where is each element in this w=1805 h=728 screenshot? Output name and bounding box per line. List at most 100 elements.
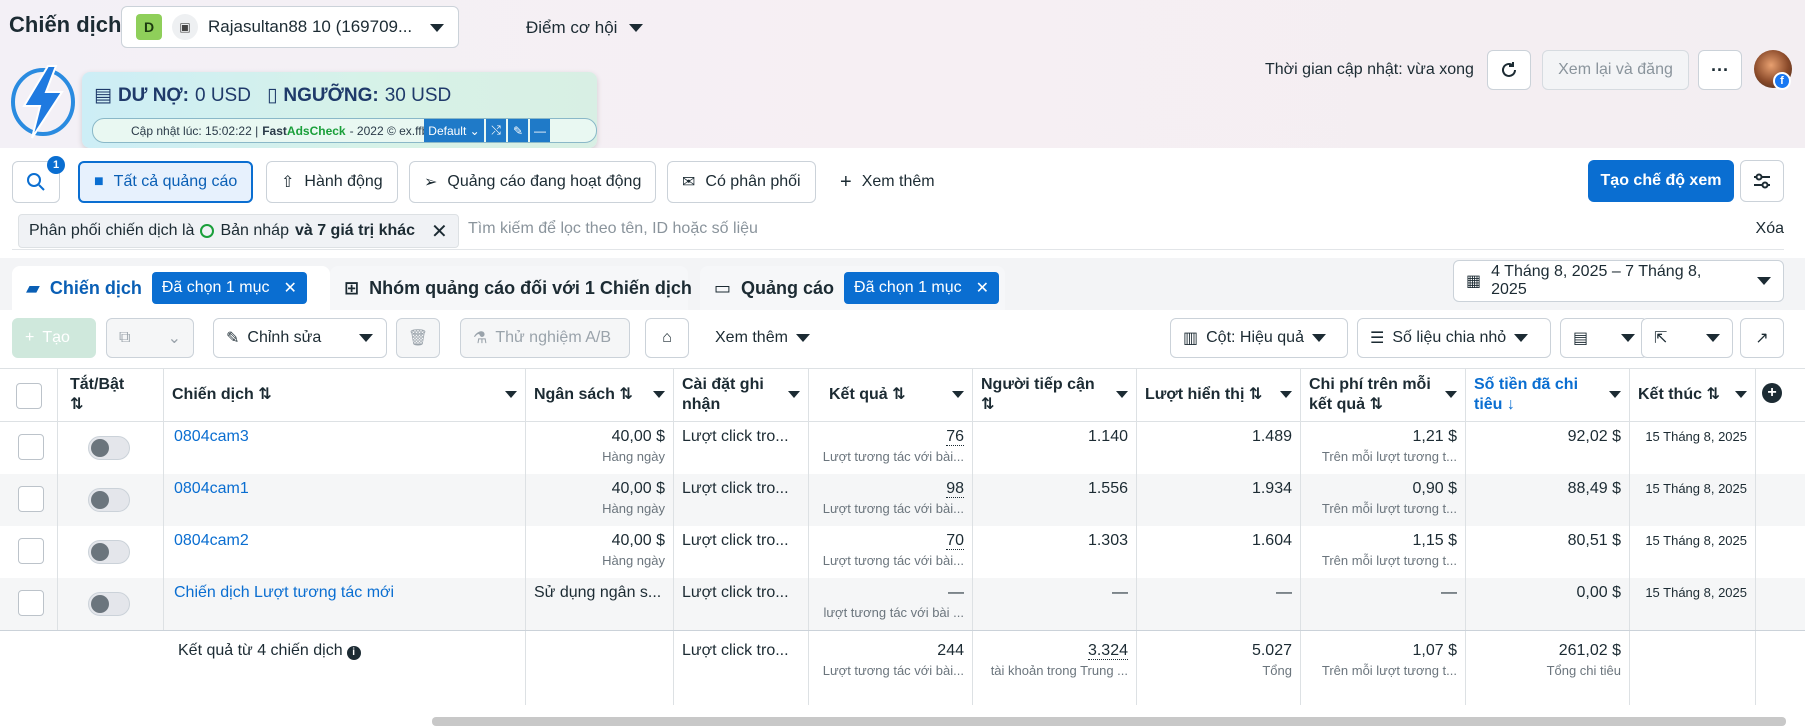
select-all-checkbox[interactable] [16, 383, 42, 409]
results-value[interactable]: 98 [946, 480, 964, 498]
table-row[interactable]: 0804cam3 40,00 $ Hàng ngày Lượt click tro… [0, 422, 1805, 474]
delivering-button[interactable]: ✉ Có phân phối [667, 161, 816, 203]
reports-button[interactable]: ▤ [1560, 318, 1648, 358]
col-header-impressions[interactable]: Lượt hiển thị ⇅ [1137, 369, 1301, 423]
tab-adsets[interactable]: ⊞ Nhóm quảng cáo đối với 1 Chiến dịch [330, 266, 692, 310]
minimize-icon[interactable]: — [530, 119, 550, 142]
ends-value: 15 Tháng 8, 2025 [1645, 481, 1747, 496]
all-ads-button[interactable]: ■ Tất cả quảng cáo [78, 161, 254, 203]
add-column-icon[interactable]: + [1762, 383, 1782, 403]
account-selector[interactable]: D ▣ Rajasultan88 10 (169709... [121, 6, 459, 48]
results-value[interactable]: 76 [946, 428, 964, 446]
row-checkbox[interactable] [18, 486, 44, 512]
tag-button[interactable]: ⌂ [645, 318, 689, 358]
close-icon[interactable]: ✕ [431, 219, 448, 244]
results-value[interactable]: 70 [946, 532, 964, 550]
create-view-button[interactable]: Tạo chế độ xem [1588, 160, 1734, 202]
create-button[interactable]: + Tạo [12, 318, 96, 358]
campaign-toggle[interactable] [88, 592, 130, 616]
impressions-value: 1.489 [1251, 428, 1292, 445]
duplicate-button[interactable]: ⧉ ⌄ [106, 318, 194, 358]
selected-chip-label: Đã chọn 1 mục [854, 279, 962, 296]
spent-cell: 0,00 $ [1466, 578, 1630, 630]
col-header-toggle[interactable]: Tắt/Bật ⇅ [58, 369, 164, 423]
edit-button[interactable]: ✎ Chỉnh sửa [213, 318, 387, 358]
shuffle-icon[interactable]: ⤭ [486, 119, 506, 142]
chevron-down-icon[interactable] [952, 391, 964, 398]
delivery-filter-chip[interactable]: Phân phối chiến dịch là Bản nháp và 7 gi… [18, 214, 459, 248]
campaign-name-link[interactable]: 0804cam3 [174, 428, 249, 445]
selected-chip-label: Đã chọn 1 mục [161, 279, 270, 296]
row-checkbox[interactable] [18, 590, 44, 616]
delete-button[interactable]: 🗑 [396, 318, 440, 358]
more-options-button[interactable]: ··· [1698, 50, 1742, 90]
review-and-publish-button[interactable]: Xem lại và đăng [1542, 50, 1689, 90]
export-button[interactable]: ⇱ [1641, 318, 1733, 358]
chevron-down-icon[interactable] [1445, 391, 1457, 398]
lightning-logo-icon[interactable] [8, 62, 78, 140]
col-header-results[interactable]: Kết quả ⇅ [809, 369, 973, 423]
col-header-amount-spent[interactable]: Số tiền đã chi tiêu ↓ [1466, 369, 1630, 423]
horizontal-scrollbar[interactable] [432, 717, 1786, 726]
extension-status-bar: Cập nhật lúc: 15:02:22 | Fast AdsCheck -… [92, 118, 597, 143]
campaigns-selected-chip[interactable]: Đã chọn 1 mục ✕ [151, 272, 307, 304]
edit-icon[interactable]: ✎ [508, 119, 528, 142]
chevron-down-icon[interactable] [359, 334, 374, 342]
impressions-cell: 1.604 [1137, 526, 1301, 578]
filter-search-input[interactable]: Tìm kiếm để lọc theo tên, ID hoặc số liệ… [468, 220, 758, 238]
attribution-value: Lượt click tro... [682, 428, 789, 445]
totals-reach[interactable]: 3.324 [1087, 642, 1128, 660]
tab-ads[interactable]: ▭ Quảng cáo Đã chọn 1 mục ✕ [700, 266, 1005, 310]
campaign-name-link[interactable]: 0804cam2 [174, 532, 249, 549]
close-icon[interactable]: ✕ [283, 278, 296, 298]
chevron-down-icon[interactable] [1735, 391, 1747, 398]
col-header-reach[interactable]: Người tiếp cận ⇅ [973, 369, 1137, 423]
close-icon[interactable]: ✕ [976, 278, 989, 298]
ads-selected-chip[interactable]: Đã chọn 1 mục ✕ [844, 272, 1000, 304]
campaign-name-cell: 0804cam2 [164, 526, 526, 578]
campaign-name-link[interactable]: 0804cam1 [174, 480, 249, 497]
charts-button[interactable]: ↗ [1740, 318, 1784, 358]
col-header-cost-per-result[interactable]: Chi phí trên mỗi kết quả ⇅ [1301, 369, 1466, 423]
campaign-toggle[interactable] [88, 436, 130, 460]
chevron-down-icon[interactable] [1116, 391, 1128, 398]
ab-test-button[interactable]: ⚗ Thử nghiệm A/B [460, 318, 630, 358]
row-checkbox[interactable] [18, 434, 44, 460]
active-ads-button[interactable]: ➢ Quảng cáo đang hoạt động [409, 161, 657, 203]
chevron-down-icon[interactable] [1280, 391, 1292, 398]
col-header-campaign[interactable]: Chiến dịch ⇅ [164, 369, 526, 423]
see-more-actions-button[interactable]: Xem thêm [703, 318, 822, 358]
table-row[interactable]: 0804cam1 40,00 $ Hàng ngày Lượt click tro… [0, 474, 1805, 526]
chevron-down-icon[interactable] [505, 391, 517, 398]
row-checkbox[interactable] [18, 538, 44, 564]
actions-button[interactable]: ⇧ Hành động [266, 161, 398, 203]
budget-cell: 40,00 $ Hàng ngày [526, 526, 674, 578]
col-header-budget[interactable]: Ngân sách ⇅ [526, 369, 674, 423]
account-name: Rajasultan88 10 (169709... [208, 17, 413, 36]
col-header-ends[interactable]: Kết thúc ⇅ [1630, 369, 1756, 423]
info-icon[interactable]: i [346, 646, 361, 660]
breakdown-button[interactable]: ☰ Số liệu chia nhỏ [1357, 318, 1551, 358]
clear-filters-link[interactable]: Xóa [1756, 220, 1784, 238]
campaign-name-link[interactable]: Chiến dịch Lượt tương tác mới [174, 584, 394, 601]
view-settings-button[interactable] [1740, 160, 1784, 202]
results-sub: Lượt tương tác với bài... [822, 553, 964, 568]
profile-select[interactable]: Default ⌄ [424, 119, 484, 142]
date-range-picker[interactable]: ▦ 4 Tháng 8, 2025 – 7 Tháng 8, 2025 [1453, 260, 1784, 302]
columns-button[interactable]: ▥ Cột: Hiệu quả [1170, 318, 1348, 358]
table-row[interactable]: 0804cam2 40,00 $ Hàng ngày Lượt click tro… [0, 526, 1805, 578]
table-row[interactable]: Chiến dịch Lượt tương tác mới Sử dụng ng… [0, 578, 1805, 630]
sort-icon: ⇅ [892, 386, 906, 403]
campaign-toggle[interactable] [88, 488, 130, 512]
chevron-down-icon[interactable] [788, 391, 800, 398]
tab-campaigns[interactable]: ▰ Chiến dịch Đã chọn 1 mục ✕ [12, 266, 330, 310]
col-header-attribution[interactable]: Cài đặt ghi nhận [674, 369, 809, 423]
opportunity-score-dropdown[interactable]: Điểm cơ hội [526, 18, 644, 38]
row-select-cell [0, 474, 58, 526]
campaign-toggle[interactable] [88, 540, 130, 564]
refresh-button[interactable] [1487, 50, 1531, 90]
chevron-down-icon[interactable] [1609, 391, 1621, 398]
search-button[interactable]: 1 [12, 156, 65, 203]
see-more-filters-button[interactable]: + Xem thêm [826, 161, 949, 203]
chevron-down-icon[interactable] [653, 391, 665, 398]
